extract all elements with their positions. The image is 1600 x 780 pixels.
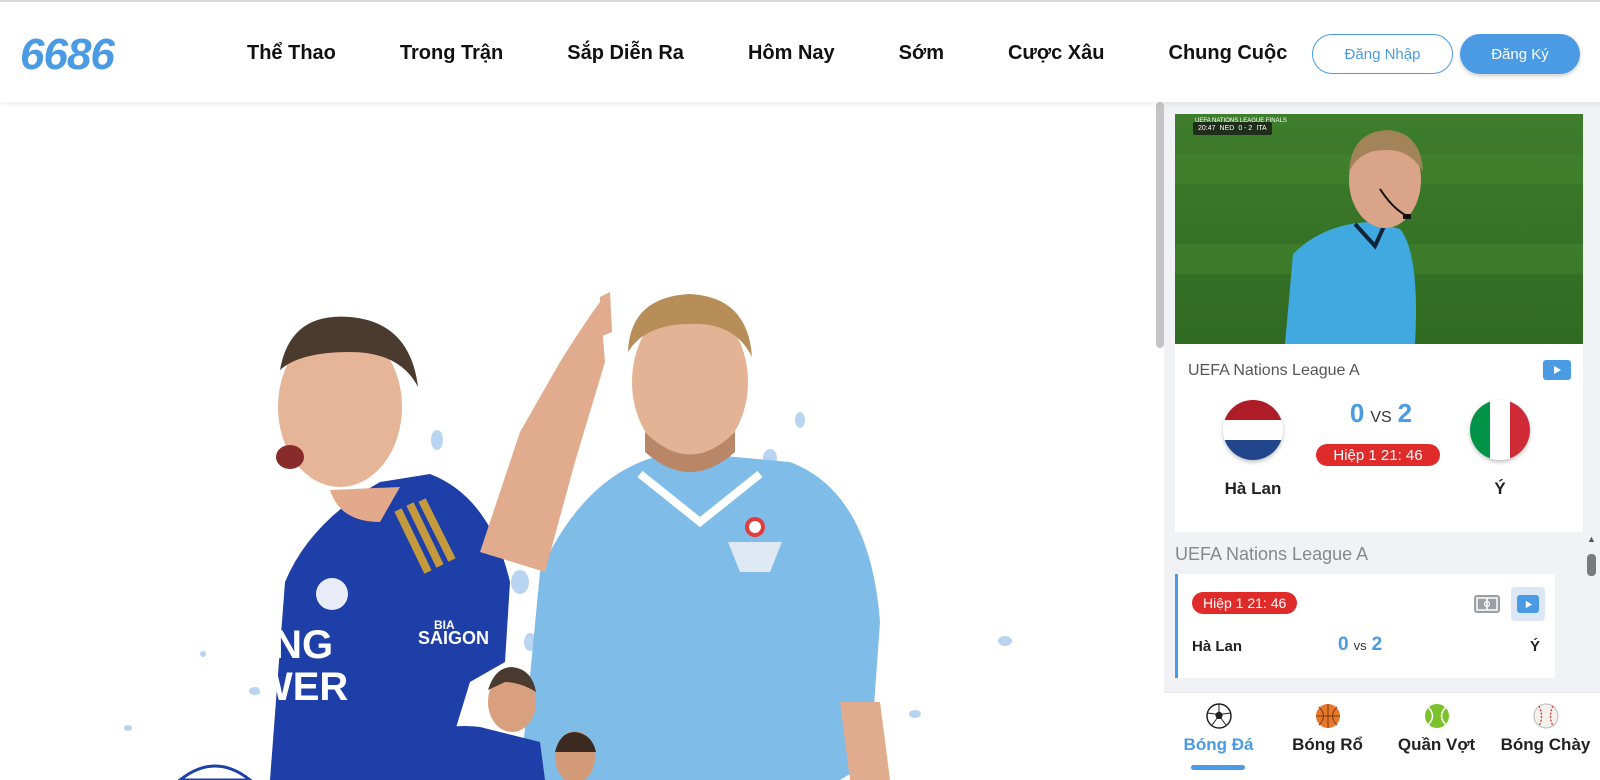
featured-score: 0 VS 2 [1325,398,1437,429]
live-panel: UEFA NATIONS LEAGUE FINALS 20:47 NED 0 -… [1164,102,1600,780]
tab-label: Quần Vợt [1397,735,1476,754]
nav-item-som[interactable]: Sớm [899,42,944,65]
match-list-league: UEFA Nations League A [1175,544,1369,564]
tab-bong-ro[interactable]: Bóng Rổ [1273,693,1382,780]
hero-banner: ING WER BIA SAIGON [0,102,1160,780]
baseball-icon [1533,703,1559,729]
play-icon [1554,366,1561,374]
active-tab-indicator [1191,765,1245,770]
video-score-overlay: 20:47 NED 0 - 2 ITA [1193,122,1272,135]
list-score: 0 vs 2 [1338,634,1382,656]
nav-item-sap-dien-ra[interactable]: Sắp Diễn Ra [567,42,684,65]
nav-item-chung-cuoc[interactable]: Chung Cuộc [1169,42,1288,65]
featured-match-card[interactable]: UEFA Nations League A 0 VS 2 Hiệp 1 21: 46… [1175,344,1583,532]
tab-label: Bóng Rổ [1292,735,1363,754]
tab-bong-chay[interactable]: Bóng Chày [1491,693,1600,780]
hero-scrollbar-thumb[interactable] [1156,102,1164,348]
tennis-ball-icon [1424,703,1450,729]
away-team-name: Ý [1494,479,1506,498]
video-overlay-time: 20:47 [1198,125,1216,132]
list-vs-label: vs [1353,638,1367,653]
field-stats-icon[interactable] [1474,595,1500,613]
home-score: 0 [1349,398,1365,428]
featured-league-name: UEFA Nations League A [1188,362,1360,379]
hero-players-illustration: ING WER BIA SAIGON [124,292,1012,780]
away-score: 2 [1397,398,1413,428]
list-away-score: 2 [1371,634,1383,655]
list-home-score: 0 [1338,634,1349,655]
list-away-team: Ý [1530,638,1541,655]
register-button[interactable]: Đăng Ký [1460,34,1580,74]
panel-scrollbar-thumb[interactable] [1587,554,1596,576]
login-button[interactable]: Đăng Nhập [1312,34,1453,74]
scroll-up-arrow-icon[interactable]: ▲ [1587,534,1596,544]
nav-item-trong-tran[interactable]: Trong Trận [400,42,503,65]
tab-bong-da[interactable]: Bóng Đá [1164,693,1273,780]
sport-tabs: Bóng Đá Bóng Rổ Quần Vợt Bóng Chày [1164,692,1600,780]
site-logo[interactable]: 6686 [20,30,115,80]
jersey-sponsor-line2: SAIGON [418,628,489,648]
tab-label: Bóng Chày [1500,735,1591,754]
match-period-badge: Hiệp 1 21: 46 [1316,444,1440,466]
jersey-text-line1: ING [262,623,333,667]
main-nav: Thể Thao Trong Trận Sắp Diễn Ra Hôm Nay … [210,2,1308,104]
italy-flag-icon [1470,400,1530,460]
basketball-icon [1315,703,1341,729]
video-overlay-score: 0 - 2 [1238,125,1253,132]
netherlands-flag-icon [1223,400,1283,460]
nav-item-hom-nay[interactable]: Hôm Nay [748,42,835,65]
site-header: 6686 Thể Thao Trong Trận Sắp Diễn Ra Hôm… [0,0,1600,102]
tab-label: Bóng Đá [1183,735,1254,754]
video-overlay-home: NED [1219,125,1235,132]
match-list-item[interactable]: Hiệp 1 21: 46 Hà Lan 0 vs 2 Ý [1175,574,1555,678]
list-home-team: Hà Lan [1192,638,1243,655]
soccer-ball-icon [1205,703,1232,729]
tab-quan-vot[interactable]: Quần Vợt [1382,693,1491,780]
play-video-button[interactable] [1543,360,1571,380]
list-play-button[interactable] [1511,587,1545,621]
home-team-name: Hà Lan [1224,479,1282,498]
jersey-text-line2: WER [255,665,348,709]
list-period-badge: Hiệp 1 21: 46 [1192,592,1298,614]
video-frame [1175,114,1583,344]
live-video-player[interactable]: UEFA NATIONS LEAGUE FINALS 20:47 NED 0 -… [1175,114,1583,344]
vs-label: VS [1370,409,1392,426]
nav-item-the-thao[interactable]: Thể Thao [247,42,336,65]
video-overlay-away: ITA [1256,125,1267,132]
nav-item-cuoc-xau[interactable]: Cược Xâu [1008,42,1105,65]
play-icon [1525,600,1532,608]
